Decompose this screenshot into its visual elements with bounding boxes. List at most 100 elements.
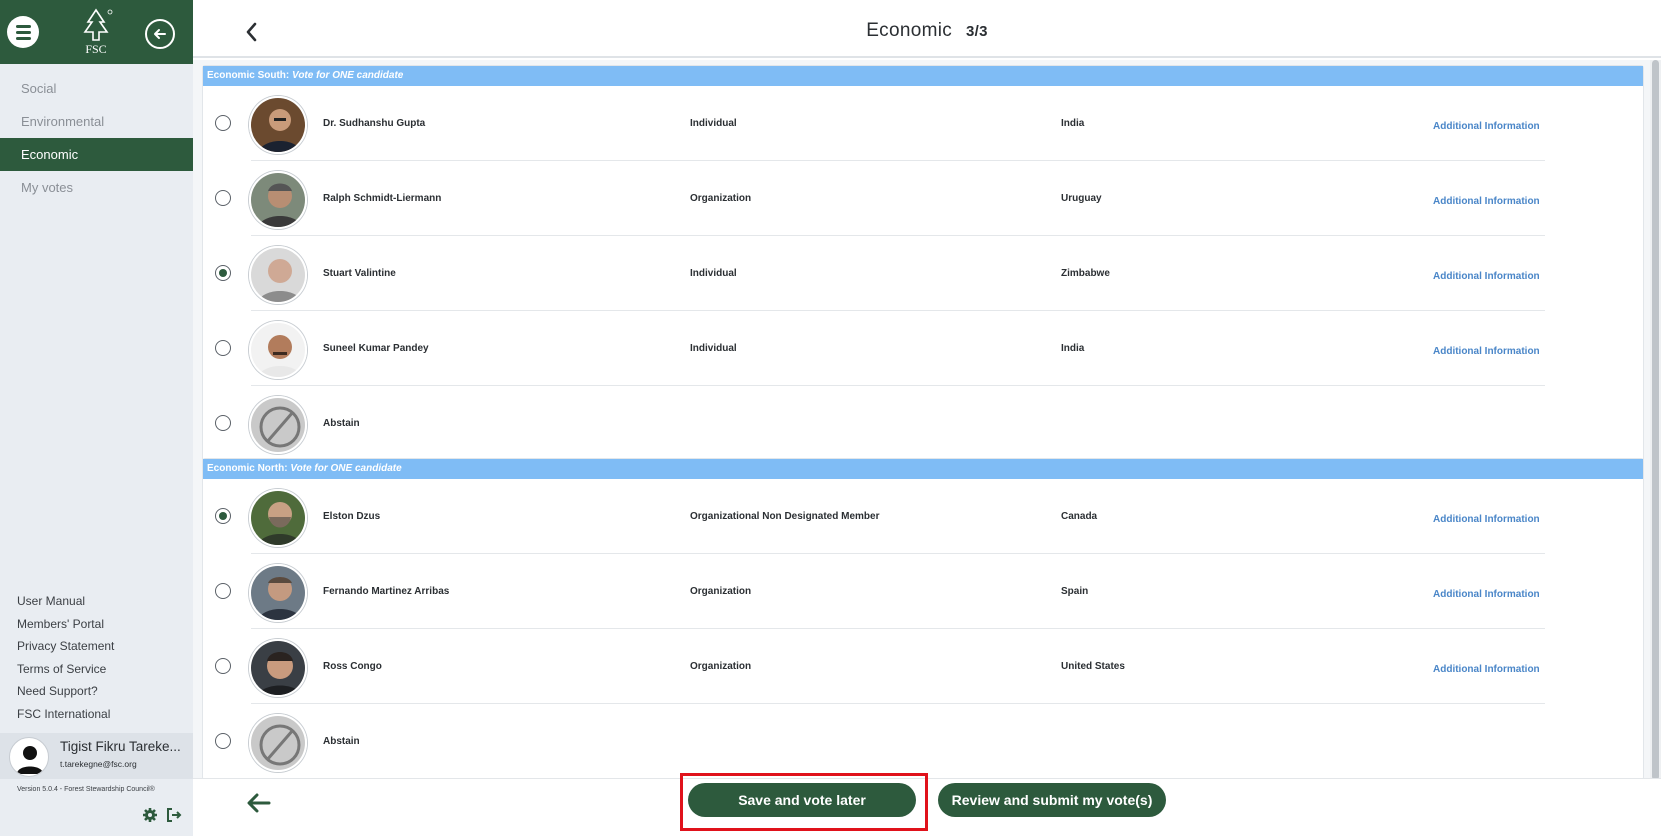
version-text: Version 5.0.4 - Forest Stewardship Counc… [17, 786, 155, 793]
link-user-manual[interactable]: User Manual [17, 590, 114, 613]
link-terms-of-service[interactable]: Terms of Service [17, 658, 114, 681]
candidate-photo [249, 489, 307, 547]
section-subtitle: Vote for ONE candidate [292, 70, 404, 81]
sidebar: FSC Social Environmental Economic My vot… [0, 0, 193, 836]
candidate-row: Dr. Sudhanshu Gupta Individual India Add… [203, 86, 1643, 161]
abstain-icon [249, 714, 307, 772]
candidate-country: India [1061, 118, 1085, 129]
candidate-photo [249, 321, 307, 379]
main-panel: Economic 3/3 Economic South: Vote for ONE… [193, 0, 1661, 836]
candidate-row: Elston Dzus Organizational Non Designate… [203, 479, 1643, 554]
candidate-row-abstain: Abstain [203, 386, 1643, 461]
review-and-submit-button[interactable]: Review and submit my vote(s) [938, 783, 1166, 817]
candidate-name: Dr. Sudhanshu Gupta [323, 118, 426, 129]
additional-info-link[interactable]: Additional Information [1433, 121, 1540, 132]
candidate-country: Spain [1061, 586, 1089, 597]
page-header: Economic 3/3 [193, 0, 1661, 58]
candidate-radio-selected[interactable] [215, 265, 231, 281]
logo-text: FSC [85, 42, 107, 56]
link-fsc-international[interactable]: FSC International [17, 703, 114, 726]
candidate-radio[interactable] [215, 190, 231, 206]
candidate-type: Individual [690, 118, 737, 129]
additional-info-link[interactable]: Additional Information [1433, 514, 1540, 525]
candidate-type: Individual [690, 268, 737, 279]
user-card[interactable]: Tigist Fikru Tareke... t.tarekegne@fsc.o… [0, 733, 193, 779]
arrow-left-icon[interactable] [245, 789, 273, 817]
section-title: Economic North: [207, 463, 288, 474]
save-and-vote-later-button[interactable]: Save and vote later [688, 783, 916, 817]
candidate-type: Organization [690, 193, 752, 204]
candidate-name: Elston Dzus [323, 511, 381, 522]
link-privacy-statement[interactable]: Privacy Statement [17, 635, 114, 658]
candidate-type: Organizational Non Designated Member [690, 511, 880, 522]
candidate-radio-selected[interactable] [215, 508, 231, 524]
candidate-name: Ralph Schmidt-Liermann [323, 193, 442, 204]
sidebar-links: User Manual Members' Portal Privacy Stat… [17, 590, 114, 726]
menu-icon[interactable] [7, 16, 39, 48]
page-counter: 3/3 [966, 23, 988, 40]
sidebar-item-social[interactable]: Social [0, 72, 193, 105]
link-members-portal[interactable]: Members' Portal [17, 613, 114, 636]
scrollbar-thumb[interactable] [1652, 60, 1659, 778]
candidate-row: Suneel Kumar Pandey Individual India Add… [203, 311, 1643, 386]
candidate-name: Ross Congo [323, 661, 382, 672]
candidate-country: Canada [1061, 511, 1098, 522]
candidate-country: India [1061, 343, 1085, 354]
section-title: Economic South: [207, 70, 290, 81]
additional-info-link[interactable]: Additional Information [1433, 589, 1540, 600]
ballot-content[interactable]: Economic South: Vote for ONE candidate D… [193, 60, 1661, 778]
section-economic-south: Economic South: Vote for ONE candidate D… [202, 65, 1644, 462]
candidate-country: Uruguay [1061, 193, 1102, 204]
section-subtitle: Vote for ONE candidate [290, 463, 402, 474]
candidate-row: Ralph Schmidt-Liermann Organization Urug… [203, 161, 1643, 236]
candidate-photo [249, 171, 307, 229]
additional-info-link[interactable]: Additional Information [1433, 346, 1540, 357]
candidate-row: Ross Congo Organization United States Ad… [203, 629, 1643, 704]
candidate-name: Suneel Kumar Pandey [323, 343, 429, 354]
section-header: Economic South: Vote for ONE candidate [203, 66, 1643, 86]
candidate-radio[interactable] [215, 115, 231, 131]
sidebar-item-economic[interactable]: Economic [0, 138, 193, 171]
fsc-logo: FSC [76, 8, 116, 56]
section-economic-north: Economic North: Vote for ONE candidate E… [202, 458, 1644, 778]
candidate-row-abstain: Abstain [203, 704, 1643, 778]
candidate-type: Individual [690, 343, 737, 354]
candidate-type: Organization [690, 661, 752, 672]
additional-info-link[interactable]: Additional Information [1433, 664, 1540, 675]
candidate-country: United States [1061, 661, 1125, 672]
candidate-photo [249, 96, 307, 154]
candidate-radio[interactable] [215, 733, 231, 749]
candidate-radio[interactable] [215, 583, 231, 599]
candidate-name: Abstain [323, 736, 360, 747]
app-window: FSC Social Environmental Economic My vot… [0, 0, 1661, 836]
additional-info-link[interactable]: Additional Information [1433, 271, 1540, 282]
link-need-support[interactable]: Need Support? [17, 680, 114, 703]
candidate-radio[interactable] [215, 415, 231, 431]
logout-icon[interactable] [166, 807, 182, 823]
candidate-name: Fernando Martinez Arribas [323, 586, 450, 597]
candidate-type: Organization [690, 586, 752, 597]
scrollbar[interactable] [1650, 60, 1661, 778]
candidate-name: Stuart Valintine [323, 268, 396, 279]
additional-info-link[interactable]: Additional Information [1433, 196, 1540, 207]
sidebar-nav: Social Environmental Economic My votes [0, 72, 193, 204]
candidate-photo [249, 639, 307, 697]
candidate-country: Zimbabwe [1061, 268, 1110, 279]
gear-icon[interactable] [142, 807, 158, 823]
candidate-photo [249, 246, 307, 304]
footer-bar: Save and vote later Review and submit my… [193, 773, 1661, 836]
candidate-row: Stuart Valintine Individual Zimbabwe Add… [203, 236, 1643, 311]
sidebar-header: FSC [0, 0, 193, 64]
candidate-radio[interactable] [215, 658, 231, 674]
candidate-photo [249, 564, 307, 622]
sidebar-item-environmental[interactable]: Environmental [0, 105, 193, 138]
back-circle-icon[interactable] [145, 19, 175, 49]
candidate-row: Fernando Martinez Arribas Organization S… [203, 554, 1643, 629]
user-name: Tigist Fikru Tareke... [60, 739, 181, 754]
section-header: Economic North: Vote for ONE candidate [203, 459, 1643, 479]
candidate-radio[interactable] [215, 340, 231, 356]
candidate-name: Abstain [323, 418, 360, 429]
sidebar-item-my-votes[interactable]: My votes [0, 171, 193, 204]
abstain-icon [249, 396, 307, 454]
page-title: Economic 3/3 [193, 20, 1661, 42]
